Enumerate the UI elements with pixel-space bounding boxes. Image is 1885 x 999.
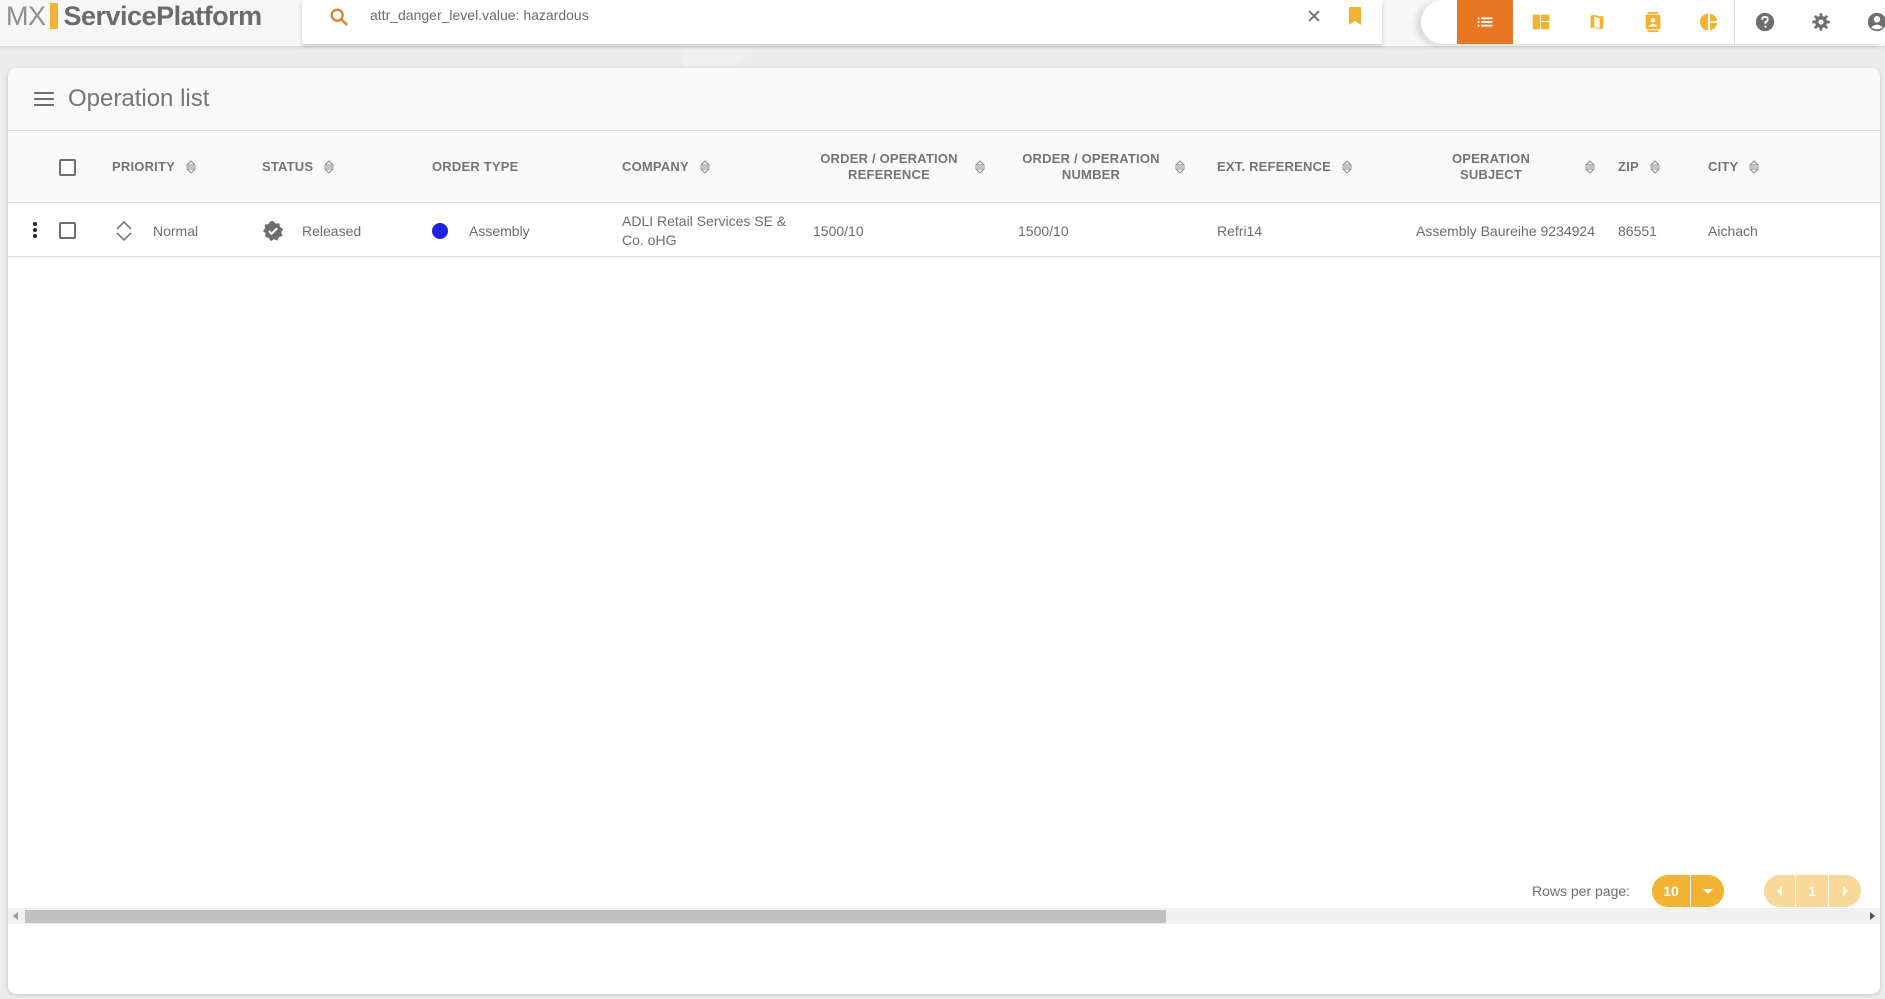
cell-order-operation-reference: 1500/10 — [813, 222, 864, 239]
cell-city: Aichach — [1708, 222, 1758, 239]
scroll-right-arrow-icon[interactable] — [1870, 912, 1875, 920]
sort-icon[interactable] — [323, 159, 335, 175]
more-vertical-icon[interactable] — [32, 221, 38, 239]
column-header-ext-reference[interactable]: EXT. REFERENCE — [1217, 131, 1353, 203]
sort-icon[interactable] — [1584, 159, 1596, 175]
page-title: Operation list — [68, 85, 210, 112]
nav-chart-view[interactable] — [1681, 0, 1737, 44]
nav-contacts-view[interactable] — [1625, 0, 1681, 44]
sort-icon[interactable] — [185, 159, 197, 175]
sort-icon[interactable] — [1341, 159, 1353, 175]
top-bar: MX ServicePlatform attr_danger_level.val… — [0, 0, 1885, 46]
pagination: 1 — [1764, 875, 1861, 907]
cell-order-operation-number: 1500/10 — [1018, 222, 1069, 239]
column-header-order-type: ORDER TYPE — [432, 159, 519, 174]
column-header-zip[interactable]: ZIP — [1618, 131, 1661, 203]
search-bar[interactable]: attr_danger_level.value: hazardous — [302, 0, 1382, 44]
cell-company: ADLI Retail Services SE & Co. oHG — [622, 212, 787, 248]
help-button[interactable] — [1737, 0, 1793, 44]
horizontal-scrollbar[interactable] — [8, 908, 1880, 924]
nav-divider — [1734, 0, 1735, 44]
chevron-down-icon — [1702, 888, 1713, 894]
cell-operation-subject: Assembly Baureihe 9234924 — [1416, 222, 1596, 239]
nav-list-view[interactable] — [1457, 0, 1513, 44]
bookmark-icon[interactable] — [1347, 6, 1363, 26]
logo-bar — [49, 3, 58, 29]
rows-per-page-value: 10 — [1652, 875, 1691, 907]
current-page[interactable]: 1 — [1796, 875, 1829, 907]
search-icon[interactable] — [328, 6, 350, 28]
help-icon — [1755, 12, 1775, 32]
column-header-order-operation-number[interactable]: ORDER / OPERATION NUMBER — [1018, 131, 1186, 203]
rows-per-page-label: Rows per page: — [1532, 883, 1631, 899]
sort-icon[interactable] — [974, 159, 986, 175]
cell-ext-reference: Refri14 — [1217, 222, 1263, 239]
menu-icon[interactable] — [34, 91, 54, 107]
cell-status: Released — [262, 204, 361, 257]
dashboard-icon — [1532, 14, 1550, 30]
app-logo[interactable]: MX ServicePlatform — [6, 0, 262, 32]
sort-icon[interactable] — [699, 159, 711, 175]
gear-icon — [1812, 13, 1830, 31]
column-header-priority[interactable]: PRIORITY — [112, 131, 197, 203]
scroll-left-arrow-icon[interactable] — [13, 912, 18, 920]
column-header-status[interactable]: STATUS — [262, 131, 335, 203]
select-all-checkbox[interactable] — [59, 159, 76, 176]
sort-icon[interactable] — [1748, 159, 1760, 175]
dropdown-button[interactable] — [1691, 875, 1724, 907]
column-header-city[interactable]: CITY — [1708, 131, 1760, 203]
operation-list-card: Operation list PRIORITY STATUS ORDER TYP… — [8, 68, 1880, 994]
row-checkbox[interactable] — [59, 222, 76, 239]
map-icon — [1590, 14, 1604, 30]
column-header-operation-subject[interactable]: OPERATION SUBJECT — [1428, 131, 1596, 203]
cell-order-type: Assembly — [432, 204, 530, 257]
logo-prefix: MX — [6, 0, 46, 31]
table-header: PRIORITY STATUS ORDER TYPE COMPANY ORDER… — [8, 131, 1880, 203]
contact-card-icon — [1645, 11, 1661, 33]
cell-priority: Normal — [114, 204, 198, 257]
rows-per-page-select[interactable]: 10 — [1652, 875, 1724, 907]
scrollbar-thumb[interactable] — [25, 910, 1166, 923]
close-icon[interactable] — [1304, 6, 1324, 26]
order-type-color-dot — [432, 222, 448, 239]
account-icon — [1867, 12, 1885, 32]
sort-icon[interactable] — [1174, 159, 1186, 175]
cell-zip: 86551 — [1618, 222, 1657, 239]
background-decoration — [680, 46, 760, 68]
settings-button[interactable] — [1793, 0, 1849, 44]
logo-name: ServicePlatform — [63, 0, 263, 31]
card-header: Operation list — [8, 68, 1880, 131]
column-header-company[interactable]: COMPANY — [622, 131, 711, 203]
next-page-button[interactable] — [1829, 875, 1861, 907]
table-row[interactable]: Normal Released Assembly ADLI Retail Ser… — [8, 204, 1880, 257]
column-header-order-operation-reference[interactable]: ORDER / OPERATION REFERENCE — [814, 131, 986, 203]
pie-chart-icon — [1699, 13, 1718, 31]
view-navigation — [1421, 0, 1885, 44]
chevron-right-icon — [1842, 886, 1848, 896]
priority-normal-icon — [116, 220, 132, 241]
sort-icon[interactable] — [1649, 159, 1661, 175]
nav-map-view[interactable] — [1569, 0, 1625, 44]
list-icon — [1477, 17, 1493, 27]
search-input[interactable]: attr_danger_level.value: hazardous — [370, 7, 589, 23]
account-button[interactable] — [1849, 0, 1885, 44]
nav-dashboard-view[interactable] — [1513, 0, 1569, 44]
previous-page-button[interactable] — [1764, 875, 1796, 907]
chevron-left-icon — [1777, 886, 1782, 896]
verified-badge-icon — [262, 220, 284, 241]
